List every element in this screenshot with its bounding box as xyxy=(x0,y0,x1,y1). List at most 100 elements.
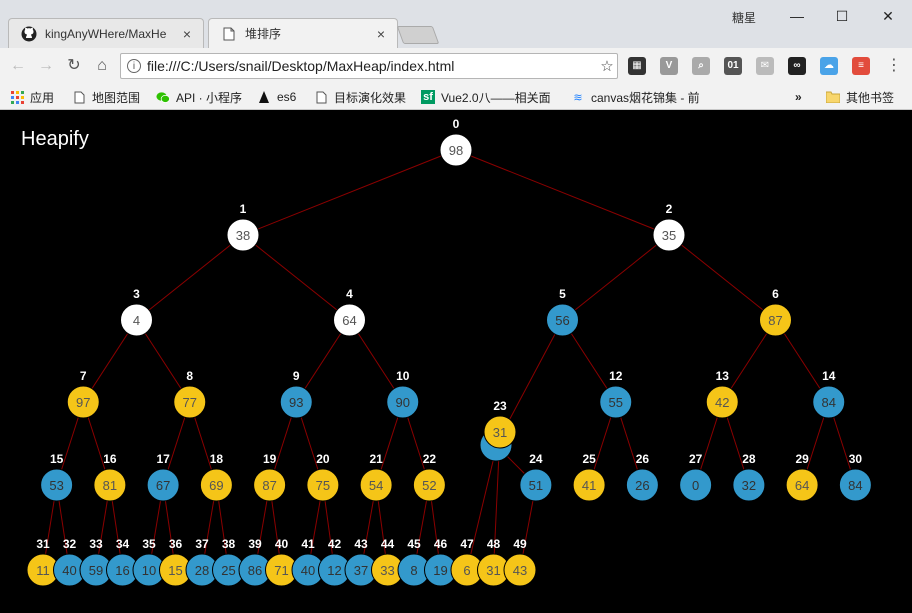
bookmark-target-evolution[interactable]: 目标演化效果 xyxy=(314,88,406,106)
qr-code-icon[interactable]: ▦ xyxy=(628,57,646,75)
heap-node-value: 38 xyxy=(236,228,250,243)
heap-edge xyxy=(242,149,457,236)
heap-node: 84 14 xyxy=(812,369,846,419)
heap-node: 69 18 xyxy=(199,452,233,502)
heap-node-value: 90 xyxy=(396,395,410,410)
reload-icon[interactable]: ↻ xyxy=(64,56,84,76)
vimium-icon[interactable]: V xyxy=(660,57,678,75)
apps-icon xyxy=(10,90,24,104)
heap-edge xyxy=(668,234,776,321)
ext-01-icon[interactable]: 01 xyxy=(724,57,742,75)
wechat-icon xyxy=(156,90,170,104)
close-window-button[interactable]: ✕ xyxy=(873,6,903,26)
heap-node: 8 45 xyxy=(397,537,431,587)
cloud-icon[interactable]: ☁ xyxy=(820,57,838,75)
search-icon[interactable]: ⌕ xyxy=(692,57,710,75)
minimize-button[interactable]: — xyxy=(782,6,812,26)
heap-node-index: 8 xyxy=(186,369,193,383)
bookmark-api-miniprogram[interactable]: API · 小程序 xyxy=(156,88,242,106)
heap-node: 6 47 xyxy=(450,537,484,587)
heap-node-value: 59 xyxy=(89,563,103,578)
heap-node-value: 31 xyxy=(493,425,507,440)
heap-node-index: 32 xyxy=(63,537,77,551)
heap-node-value: 16 xyxy=(115,563,129,578)
heap-node: 52 22 xyxy=(412,452,446,502)
bookmarks-overflow[interactable]: » xyxy=(795,88,802,106)
browser-title-bar: kingAnyWHere/MaxHe × 堆排序 × 糖星 — ☐ ✕ xyxy=(0,0,912,48)
maximize-button[interactable]: ☐ xyxy=(827,6,857,26)
forward-icon[interactable]: → xyxy=(36,56,56,76)
heap-node-value: 54 xyxy=(369,478,383,493)
heap-node: 40 41 xyxy=(291,537,325,587)
heap-node: 35 2 xyxy=(652,202,686,252)
heap-node: 98 0 xyxy=(439,117,473,167)
heap-node: 51 24 xyxy=(519,452,553,502)
heap-node-value: 67 xyxy=(156,478,170,493)
sf-icon: sf xyxy=(421,90,435,104)
bookmark-canvas-fireworks[interactable]: ≋ canvas烟花锦集 - 前 xyxy=(571,88,699,106)
heap-edge xyxy=(136,234,244,321)
heap-node: 12 42 xyxy=(318,537,351,587)
bookmarks-bar: 应用 地图范围 API · 小程序 es6 目标演化效果 sf Vue2.0八—… xyxy=(0,84,912,110)
heap-node: 87 19 xyxy=(253,452,287,502)
close-icon[interactable]: × xyxy=(373,26,389,42)
home-icon[interactable]: ⌂ xyxy=(92,56,112,76)
heap-node-index: 4 xyxy=(346,287,353,301)
address-bar[interactable]: i file:///C:/Users/snail/Desktop/MaxHeap… xyxy=(120,53,618,79)
heap-node-value: 37 xyxy=(354,563,368,578)
close-icon[interactable]: × xyxy=(179,26,195,42)
heap-node: 64 4 xyxy=(333,287,366,337)
heap-node: 64 29 xyxy=(785,452,819,502)
bookmark-other[interactable]: 其他书签 xyxy=(826,88,894,106)
back-icon[interactable]: ← xyxy=(8,56,28,76)
bookmark-vue[interactable]: sf Vue2.0八——相关面 xyxy=(421,88,551,106)
page-icon xyxy=(314,90,328,104)
bookmark-es6[interactable]: es6 xyxy=(257,88,296,106)
heap-node-value: 84 xyxy=(822,395,836,410)
heap-node-index: 16 xyxy=(103,452,117,466)
heap-node: 1946 xyxy=(424,537,457,587)
tab-github[interactable]: kingAnyWHere/MaxHe × xyxy=(8,18,204,48)
heap-tree: 9803813524364456587697777893990101155124… xyxy=(26,117,872,587)
heap-node-index: 30 xyxy=(849,452,863,466)
heap-node-value: 41 xyxy=(582,478,596,493)
heap-node-value: 0 xyxy=(692,478,699,493)
heap-node-index: 46 xyxy=(434,537,448,551)
page-canvas[interactable]: Heapify 98 0 38 1 35 2 4 3 64 4 56 5 87 6 97 7 77 8 93 9 90 1… xyxy=(0,110,912,613)
heap-node-value: 35 xyxy=(662,228,676,243)
bookmark-map-range[interactable]: 地图范围 xyxy=(72,88,140,106)
heap-node: 37 43 xyxy=(344,537,378,587)
heap-node: 25 38 xyxy=(212,537,245,587)
heap-node-value: 64 xyxy=(342,313,356,328)
heap-node-value: 97 xyxy=(76,395,90,410)
todoist-icon[interactable]: ≡ xyxy=(852,57,870,75)
heap-node: 28 37 xyxy=(185,537,219,587)
heap-node: 54 21 xyxy=(359,452,393,502)
heap-node: 26 26 xyxy=(625,452,659,502)
page-icon xyxy=(72,90,86,104)
heap-node: 56 5 xyxy=(546,287,579,337)
heap-node: 31 23 xyxy=(483,399,517,449)
heap-node-index: 9 xyxy=(293,369,300,383)
heap-node-value: 52 xyxy=(422,478,436,493)
heap-node-index: 27 xyxy=(689,452,703,466)
bookmark-apps[interactable]: 应用 xyxy=(10,88,54,106)
heap-node-value: 69 xyxy=(209,478,223,493)
heap-node-value: 6 xyxy=(463,563,470,578)
heap-node: 77 8 xyxy=(173,369,207,419)
new-tab-button[interactable] xyxy=(396,26,440,44)
heap-node: 31 48 xyxy=(477,537,510,587)
mail-icon[interactable]: ✉ xyxy=(756,57,774,75)
bookmark-star-icon[interactable]: ☆ xyxy=(597,57,617,75)
heap-node: 11 31 xyxy=(26,537,60,587)
heap-node: 43 xyxy=(120,287,153,337)
heap-node-value: 8 xyxy=(410,563,417,578)
tab-heap-sort[interactable]: 堆排序 × xyxy=(208,18,398,48)
menu-icon[interactable]: ⋮ xyxy=(884,56,904,76)
link-icon[interactable]: ∞ xyxy=(788,57,806,75)
heap-node-index: 13 xyxy=(716,369,730,383)
juejin-icon: ≋ xyxy=(573,91,583,104)
heap-node-value: 56 xyxy=(555,313,569,328)
info-icon[interactable]: i xyxy=(127,59,141,73)
profile-name[interactable]: 糖星 xyxy=(732,9,756,26)
